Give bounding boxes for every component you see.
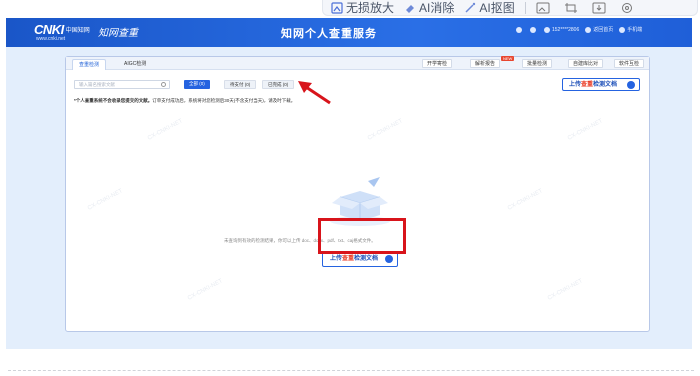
highlight-box xyxy=(318,218,406,254)
screenshot-root: 无损放大 AI消除 AI抠图 CNKI 中国知网 www.cnki.net 知网… xyxy=(0,0,700,376)
bell-icon[interactable] xyxy=(530,26,538,33)
tab-software-check[interactable]: 软件互检 xyxy=(614,59,645,68)
mobile-icon xyxy=(619,26,626,33)
image-toolbar: 无损放大 AI消除 AI抠图 xyxy=(322,0,698,16)
upload-center-label-a: 上传 xyxy=(330,256,343,262)
search-icon[interactable] xyxy=(161,82,166,87)
home-link[interactable]: 返回首页 xyxy=(585,26,613,33)
notice-text: *个人查重系统不会收录您提交的文献。订单支付成功后，系统将对您检测后30天(不含… xyxy=(74,98,295,104)
upload-icon xyxy=(627,81,635,89)
watermark: CX-CNKI-NET xyxy=(366,118,404,142)
erase-label: AI消除 xyxy=(419,1,455,15)
user-account[interactable]: 152****2806 xyxy=(544,26,580,33)
notice-rest: 订单支付成功后，系统将对您检测后30天(不含支付当天)，请及时下载。 xyxy=(152,98,296,103)
watermark: CX-CNKI-NET xyxy=(546,278,584,302)
home-icon xyxy=(585,26,592,33)
divider-line xyxy=(8,370,694,371)
enlarge-button[interactable]: 无损放大 xyxy=(331,0,394,16)
tab-custom-library[interactable]: 自建库比对 xyxy=(568,59,604,68)
notice-bold: *个人查重系统不会收录您提交的文献。 xyxy=(74,98,153,103)
brand-name: 知网查重 xyxy=(98,28,138,39)
watermark: CX-CNKI-NET xyxy=(86,188,124,212)
tab-report-parse[interactable]: 解析报告 NEW xyxy=(470,56,515,68)
report-parse-label: 解析报告 xyxy=(475,61,496,67)
erase-button[interactable]: AI消除 xyxy=(404,0,454,16)
header-actions: 152****2806 返回首页 手机端 xyxy=(516,26,648,33)
avatar xyxy=(544,26,550,33)
upload-center-label-b: 检测文档 xyxy=(354,256,379,262)
filter-all[interactable]: 全部 (0) xyxy=(184,80,210,89)
upload-label-b: 检测文档 xyxy=(593,82,618,88)
cnki-logo[interactable]: CNKI 中国知网 www.cnki.net xyxy=(34,22,90,42)
upload-icon xyxy=(385,255,393,263)
magic-wand-icon xyxy=(465,2,476,13)
mobile-link-label: 手机端 xyxy=(627,27,643,33)
home-link-label: 返回首页 xyxy=(593,27,614,33)
tab-batch-check[interactable]: 批量检测 xyxy=(522,59,553,68)
main-card: 查重检测 AIGC检测 开学寄检 解析报告 NEW 批量检测 自建库比对 软件互… xyxy=(65,56,650,332)
enlarge-icon xyxy=(331,1,343,14)
toolbar-divider xyxy=(524,1,526,14)
search-input[interactable]: 输入篇名搜索文献 xyxy=(74,80,170,89)
filter-pending[interactable]: 待支付 (0) xyxy=(224,80,257,89)
upload-label-red: 查重 xyxy=(581,82,594,88)
mobile-link[interactable]: 手机端 xyxy=(619,26,642,33)
upload-document-button-top[interactable]: 上传查重检测文档 xyxy=(562,78,640,91)
upload-center-label-red: 查重 xyxy=(342,256,355,262)
settings-icon[interactable] xyxy=(620,2,634,14)
top-bar: CNKI 中国知网 www.cnki.net 知网查重 知网个人查重服务 152… xyxy=(6,18,692,47)
tab-school-check[interactable]: 开学寄检 xyxy=(422,59,453,68)
crop-icon[interactable] xyxy=(564,2,578,14)
watermark: CX-CNKI-NET xyxy=(186,278,224,302)
watermark: CX-CNKI-NET xyxy=(146,118,184,142)
logo-text: CNKI xyxy=(34,22,64,37)
logo-cn: 中国知网 xyxy=(65,28,90,34)
red-arrow-icon xyxy=(298,81,331,105)
tab-plagiarism-check[interactable]: 查重检测 xyxy=(72,59,107,70)
tab-aigc-check[interactable]: AIGC检测 xyxy=(118,59,152,70)
image-icon[interactable] xyxy=(536,2,550,14)
cutout-label: AI抠图 xyxy=(479,1,515,15)
watermark: CX-CNKI-NET xyxy=(506,188,544,212)
cutout-button[interactable]: AI抠图 xyxy=(464,0,515,16)
page-title: 知网个人查重服务 xyxy=(281,28,377,40)
watermark: CX-CNKI-NET xyxy=(566,118,604,142)
enlarge-label: 无损放大 xyxy=(346,1,395,15)
new-badge: NEW xyxy=(501,56,515,61)
filter-done[interactable]: 已完成 (0) xyxy=(262,80,295,89)
download-icon[interactable] xyxy=(592,2,606,14)
logo-url: www.cnki.net xyxy=(36,36,66,42)
cnki-page: CNKI 中国知网 www.cnki.net 知网查重 知网个人查重服务 152… xyxy=(6,18,692,349)
service-icon[interactable] xyxy=(516,26,524,33)
tab-bar: 查重检测 AIGC检测 开学寄检 解析报告 NEW 批量检测 自建库比对 软件互… xyxy=(66,56,649,70)
eraser-icon xyxy=(406,4,415,13)
search-placeholder: 输入篇名搜索文献 xyxy=(79,82,115,87)
user-name: 152****2806 xyxy=(552,26,580,33)
upload-label-a: 上传 xyxy=(569,82,582,88)
